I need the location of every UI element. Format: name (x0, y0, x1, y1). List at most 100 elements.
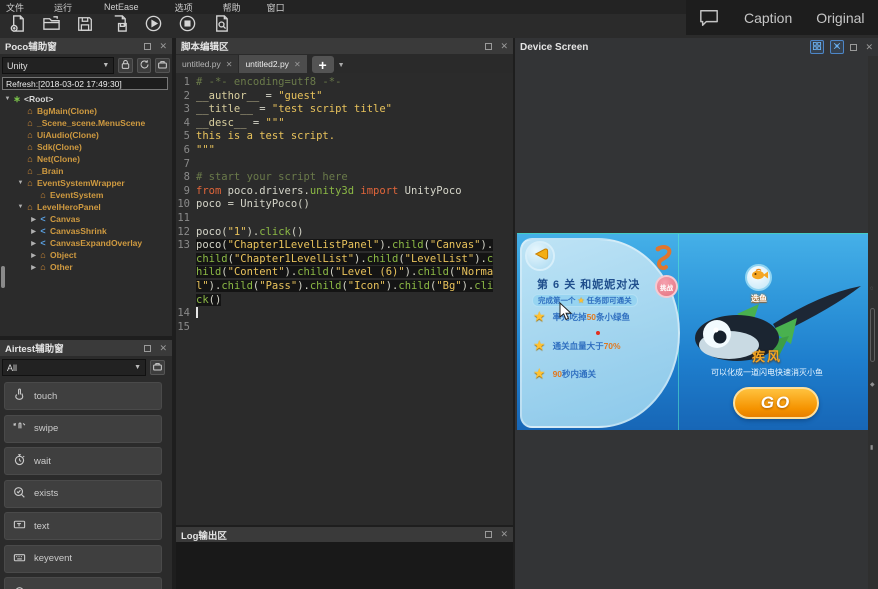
code-line[interactable]: 11 (176, 212, 513, 226)
code-line[interactable]: 2__author__ = "guest" (176, 90, 513, 104)
float-panel-icon[interactable] (485, 43, 492, 50)
menu-help[interactable]: 帮助 (219, 1, 245, 14)
tree-node[interactable]: ⌂UiAudio(Clone) (0, 129, 172, 141)
action-button-wait[interactable]: wait (4, 447, 162, 475)
menu-options[interactable]: 选项 (171, 1, 197, 14)
action-button-swipe[interactable]: swipe (4, 415, 162, 443)
canvas-node-icon: < (38, 214, 48, 224)
tab-list-chevron-icon[interactable]: ▼ (338, 62, 345, 73)
comment-bubble-icon[interactable] (686, 8, 732, 28)
code-line[interactable]: 13poco("Chapter1LevelListPanel").child("… (176, 239, 513, 307)
action-button-text[interactable]: text (4, 512, 162, 540)
tree-node[interactable]: ▶⌂Other (0, 261, 172, 273)
lock-button[interactable] (118, 58, 133, 73)
code-line[interactable]: 14 (176, 307, 513, 321)
new-file-button[interactable] (0, 15, 34, 37)
close-panel-icon[interactable]: ✕ (500, 42, 508, 51)
tree-expander-icon[interactable]: ▼ (16, 180, 25, 186)
code-line[interactable]: 10poco = UnityPoco() (176, 198, 513, 212)
device-screen-image[interactable]: 第 6 关 和妮妮对决 挑战 完成第一个 ★ 任务即可通关 ★ 率先吃掉50条小… (517, 233, 868, 430)
editor-panel-title: 脚本编辑区 (181, 39, 485, 53)
code-line[interactable]: 8# start your script here (176, 171, 513, 185)
action-button-touch[interactable]: touch (4, 382, 162, 410)
strip-bar-icon[interactable]: ▮ (870, 444, 873, 451)
tree-node[interactable]: ▶<CanvasExpandOverlay (0, 237, 172, 249)
tree-node[interactable]: ⌂_Brain (0, 165, 172, 177)
tab-untitled-py[interactable]: untitled.py ✕ (176, 55, 238, 73)
close-panel-icon[interactable]: ✕ (500, 530, 508, 539)
float-panel-icon[interactable] (144, 43, 151, 50)
fish-description: 可以化成一道闪电快速消灭小鱼 (669, 367, 865, 378)
refresh-tree-button[interactable] (137, 58, 152, 73)
tree-scrollbar[interactable] (1, 266, 5, 288)
close-panel-icon[interactable]: ✕ (159, 42, 167, 51)
tree-node[interactable]: ⌂Net(Clone) (0, 153, 172, 165)
go-button[interactable]: GO (733, 387, 819, 419)
tree-expander-icon[interactable]: ▼ (16, 204, 25, 210)
tree-node[interactable]: ▶<Canvas (0, 213, 172, 225)
code-line[interactable]: 1# -*- encoding=utf8 -*- (176, 76, 513, 90)
back-button[interactable] (525, 241, 555, 271)
tree-expander-icon[interactable]: ▼ (3, 96, 12, 102)
float-panel-icon[interactable] (850, 44, 857, 51)
save-as-button[interactable] (102, 15, 136, 37)
code-line[interactable]: 15 (176, 321, 513, 335)
save-button[interactable] (68, 15, 102, 37)
tab-close-icon[interactable]: ✕ (226, 60, 233, 69)
tree-node[interactable]: ▼⌂EventSystemWrapper (0, 177, 172, 189)
open-script-button[interactable] (34, 15, 68, 37)
canvas-node-icon: < (38, 238, 48, 248)
code-line[interactable]: 12poco("1").click() (176, 226, 513, 240)
strip-slider-track[interactable] (870, 308, 875, 362)
engine-select[interactable]: Unity ▼ (2, 57, 114, 74)
run-button[interactable] (136, 15, 170, 37)
inspector-button[interactable] (155, 58, 170, 73)
caption-button[interactable]: Caption (732, 10, 804, 26)
tree-node[interactable]: ⌂EventSystem (0, 189, 172, 201)
close-panel-icon[interactable]: ✕ (865, 43, 873, 52)
code-line[interactable]: 6""" (176, 144, 513, 158)
view-log-button[interactable] (204, 15, 238, 37)
tree-expander-icon[interactable]: ▶ (29, 240, 38, 247)
tab-close-icon[interactable]: ✕ (294, 60, 301, 69)
layout-grid-button[interactable] (810, 40, 824, 54)
tree-node[interactable]: ⌂_Scene_scene.MenuScene (0, 117, 172, 129)
code-line[interactable]: 5this is a test script. (176, 130, 513, 144)
action-button-partial[interactable] (4, 577, 162, 589)
code-line[interactable]: 3__title__ = "test script title" (176, 103, 513, 117)
device-tools-button[interactable] (830, 40, 844, 54)
stop-button[interactable] (170, 15, 204, 37)
close-panel-icon[interactable]: ✕ (159, 344, 167, 353)
new-tab-button[interactable]: + (312, 56, 334, 73)
action-filter-select[interactable]: All ▼ (2, 359, 146, 376)
tree-expander-icon[interactable]: ▶ (29, 252, 38, 259)
menu-window[interactable]: 窗口 (263, 1, 289, 14)
tree-node[interactable]: ▶⌂Object (0, 249, 172, 261)
refresh-timestamp-button[interactable]: Refresh:[2018-03-02 17:49:30] (2, 77, 168, 90)
menu-netease[interactable]: NetEase (100, 2, 143, 12)
tree-expander-icon[interactable]: ▶ (29, 228, 38, 235)
menu-file[interactable]: 文件 (2, 1, 28, 14)
tree-node[interactable]: ▼⌂LevelHeroPanel (0, 201, 172, 213)
float-panel-icon[interactable] (485, 531, 492, 538)
tree-node[interactable]: ▼∗<Root> (0, 93, 172, 105)
strip-dot-icon[interactable]: ◆ (870, 381, 875, 388)
original-button[interactable]: Original (804, 10, 876, 26)
strip-circle-icon[interactable]: ◌ (870, 286, 874, 292)
code-line[interactable]: 9from poco.drivers.unity3d import UnityP… (176, 185, 513, 199)
assist-settings-button[interactable] (150, 360, 165, 375)
action-button-exists[interactable]: exists (4, 480, 162, 508)
code-area[interactable]: 1# -*- encoding=utf8 -*-2__author__ = "g… (176, 73, 513, 334)
float-panel-icon[interactable] (144, 345, 151, 352)
action-button-keyevent[interactable]: keyevent (4, 545, 162, 573)
tree-expander-icon[interactable]: ▶ (29, 216, 38, 223)
tab-untitled2-py[interactable]: untitled2.py ✕ (239, 55, 306, 73)
tree-expander-icon[interactable]: ▶ (29, 264, 38, 271)
tree-node[interactable]: ▶<CanvasShrink (0, 225, 172, 237)
menu-run[interactable]: 运行 (50, 1, 76, 14)
code-line[interactable]: 4__desc__ = """ (176, 117, 513, 131)
tree-node[interactable]: ⌂Sdk(Clone) (0, 141, 172, 153)
task-item: ★ 90秒内通关 (533, 365, 596, 382)
tree-node[interactable]: ⌂BgMain(Clone) (0, 105, 172, 117)
code-line[interactable]: 7 (176, 158, 513, 172)
